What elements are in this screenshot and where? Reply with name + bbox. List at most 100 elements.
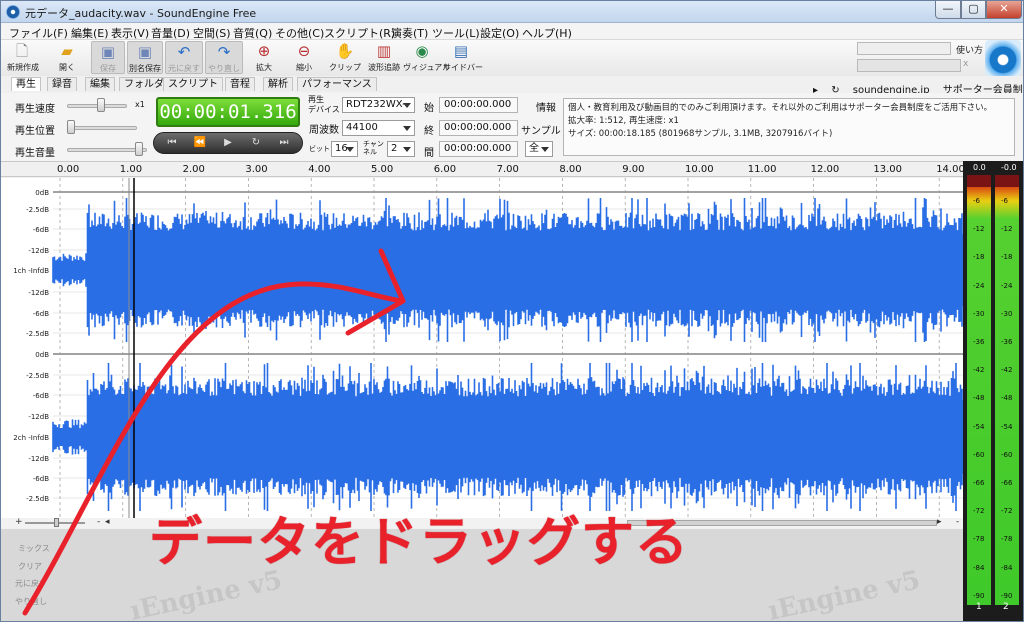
maximize-button[interactable]: ▢ [961, 1, 986, 19]
tab-script[interactable]: スクリプト [163, 77, 223, 91]
vzoom-minus-icon[interactable]: - [956, 517, 959, 527]
speed-slider-thumb[interactable] [97, 98, 105, 112]
menu-tools[interactable]: ツール(L) [432, 25, 480, 41]
zoom-out-button[interactable]: ⊖ 縮小 [289, 41, 319, 74]
loop-icon[interactable]: ↻ [242, 133, 270, 153]
tab-pitch[interactable]: 音程 [225, 77, 255, 91]
new-file-icon: 🗋 [15, 42, 29, 60]
open-button[interactable]: ▰ 開く [51, 41, 83, 74]
side-undo-button[interactable]: 元に戻す [15, 578, 47, 589]
device-label-2: デバイス [308, 105, 340, 114]
mix-button[interactable]: ミックス [18, 543, 50, 554]
clip-button[interactable]: ✋ クリップ [327, 41, 363, 74]
menu-edit[interactable]: 編集(E) [71, 25, 109, 41]
menu-settings[interactable]: 設定(O) [480, 25, 519, 41]
rewind-icon[interactable]: ⏪ [186, 133, 214, 153]
clear-button[interactable]: クリア [18, 561, 42, 572]
save-as-icon: ▣ [137, 43, 153, 61]
howto-input[interactable] [857, 42, 951, 55]
app-logo[interactable] [985, 40, 1021, 76]
waveform-area[interactable]: 0dB -2.5dB -6dB -12dB 1ch -InfdB -12dB -6dB -2.… [1, 178, 963, 524]
meter-label-ch1: 1 [976, 602, 982, 612]
sidebar-button[interactable]: ▤ サイドバー [443, 41, 483, 74]
info-line-2: 拡大率: 1:512, 再生速度: x1 [568, 116, 679, 126]
meter-tick-label: -72 [973, 507, 985, 516]
search-clear-button[interactable]: x [963, 59, 968, 69]
menu-play[interactable]: 演奏(T) [391, 25, 428, 41]
start-time-field[interactable]: 00:00:00.000 [439, 97, 518, 113]
ruler-label: 3.00 [245, 164, 268, 175]
new-button[interactable]: 🗋 新規作成 [7, 41, 39, 74]
ruler-label: 14.00 [936, 164, 965, 175]
tab-analysis[interactable]: 解析 [263, 77, 293, 91]
meter-tick-label: -30 [1001, 309, 1013, 318]
app-icon[interactable] [6, 5, 20, 19]
scroll-right-icon[interactable]: ▸ [937, 517, 942, 527]
menu-volume[interactable]: 音量(D) [151, 25, 190, 41]
save-button[interactable]: ▣ 保存 [91, 41, 125, 74]
menu-other[interactable]: その他(C) [275, 25, 324, 41]
freq-label: 周波数 [309, 125, 339, 136]
menu-view[interactable]: 表示(V) [111, 25, 149, 41]
wave-follow-label: 波形追跡 [368, 63, 400, 72]
menu-script[interactable]: スクリプト(R) [324, 25, 395, 41]
waveform-canvas[interactable]: 0dB -2.5dB -6dB -12dB 1ch -InfdB -12dB -6dB -2.… [1, 178, 963, 524]
length-field[interactable]: 00:00:00.000 [439, 141, 518, 157]
db-label: -2.5dB [26, 372, 49, 380]
meter-tick-label: -60 [973, 450, 985, 459]
minimize-button[interactable]: — [935, 1, 961, 19]
menu-help[interactable]: ヘルプ(H) [522, 25, 572, 41]
tab-folder[interactable]: フォルダ [119, 77, 169, 91]
sidebar-icon: ▤ [453, 42, 469, 60]
meter-tick-label: -30 [973, 309, 985, 318]
speed-label: 再生速度 [15, 104, 55, 115]
redo-icon: ↷ [217, 43, 231, 61]
menu-quality[interactable]: 音質(Q) [233, 25, 272, 41]
skip-forward-icon[interactable]: ⏭ [270, 133, 298, 153]
undo-icon: ↶ [177, 43, 191, 61]
db-label: -12dB [28, 247, 49, 255]
tab-record[interactable]: 録音 [47, 77, 77, 91]
frequency-select[interactable]: 44100 [342, 120, 415, 136]
scroll-left-icon[interactable]: ◂ [105, 517, 110, 527]
bit-label: ビット [309, 145, 330, 153]
time-ruler[interactable]: 0.00 1.00 2.00 3.00 4.00 5.00 6.00 7.00 8.00 9.00… [1, 161, 965, 177]
position-slider-thumb[interactable] [67, 120, 75, 134]
zoom-slider-thumb[interactable] [54, 518, 59, 527]
play-icon[interactable]: ▶ [214, 133, 242, 153]
tab-performance[interactable]: パフォーマンス [297, 77, 377, 91]
channel-select[interactable]: 2 [387, 141, 415, 157]
time-display: 00:00:01.316 [156, 97, 300, 127]
wave-follow-button[interactable]: ▥ 波形追跡 [367, 41, 401, 74]
end-time-field[interactable]: 00:00:00.000 [439, 120, 518, 136]
menu-file[interactable]: ファイル(F) [9, 25, 68, 41]
tab-play[interactable]: 再生 [11, 77, 41, 91]
close-button[interactable]: ✕ [986, 1, 1022, 19]
title-bar[interactable]: 元データ_audacity.wav - SoundEngine Free — ▢… [1, 1, 1023, 23]
info-panel: 個人・教育利用及び動画目的でのみご利用頂けます。それ以外のご利用はサポーター会員… [563, 98, 1015, 156]
visual-button[interactable]: ◉ ヴィジュアル [403, 41, 450, 74]
unit-select[interactable]: 全 [525, 141, 553, 157]
bit-select[interactable]: 16 [331, 141, 358, 157]
transport-controls: ⏮ ⏪ ▶ ↻ ⏭ [153, 132, 303, 154]
ruler-label: 8.00 [559, 164, 582, 175]
zoom-minus-icon[interactable]: - [97, 517, 100, 527]
menu-space[interactable]: 空間(S) [193, 25, 231, 41]
tab-edit[interactable]: 編集 [85, 77, 115, 91]
zoom-in-button[interactable]: ⊕ 拡大 [249, 41, 279, 74]
sample-label: サンプル [521, 126, 561, 137]
volume-slider-thumb[interactable] [135, 142, 143, 156]
folder-icon: ▰ [61, 42, 73, 60]
undo-button[interactable]: ↶ 元に戻す [165, 41, 203, 74]
side-redo-button[interactable]: やり直し [15, 596, 47, 607]
device-select[interactable]: RDT232WX- [342, 97, 415, 113]
save-as-button[interactable]: ▣ 別名保存 [127, 41, 163, 74]
howto-label[interactable]: 使い方 [956, 43, 983, 56]
zoom-plus-icon[interactable]: + [15, 517, 23, 527]
search-input[interactable] [857, 59, 961, 72]
db-label: -2.5dB [26, 206, 49, 214]
skip-back-icon[interactable]: ⏮ [158, 133, 186, 153]
redo-button[interactable]: ↷ やり直し [205, 41, 243, 74]
position-slider-track[interactable] [67, 126, 137, 130]
db-label: -6dB [33, 310, 49, 318]
